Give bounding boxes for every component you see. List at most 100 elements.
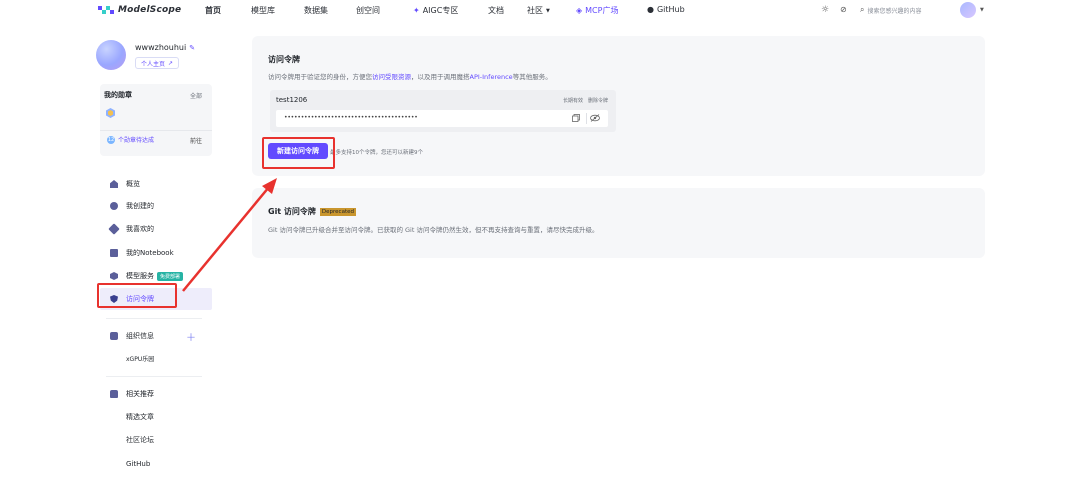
nav-mcp[interactable]: ◈ MCP广场 bbox=[576, 5, 618, 16]
copy-icon[interactable] bbox=[572, 114, 580, 122]
search-icon: ⌕ bbox=[860, 5, 865, 14]
nav-home-label: 首页 bbox=[205, 6, 221, 15]
mcp-icon: ◈ bbox=[576, 6, 583, 15]
nav-home[interactable]: 首页 bbox=[205, 5, 221, 16]
desc-text: 等其他服务。 bbox=[512, 73, 552, 81]
homepage-label: 个人主页 bbox=[141, 60, 166, 68]
create-icon bbox=[110, 202, 118, 210]
sidebar-item-label: 概览 bbox=[126, 180, 140, 188]
nav-datasets[interactable]: 数据集 bbox=[304, 5, 328, 16]
top-navbar: ModelScope 首页 模型库 数据集 创空间 ✦ AIGC专区 文档 社区… bbox=[0, 0, 1080, 22]
sidebar-item-notebook[interactable]: 我的Notebook bbox=[100, 242, 212, 264]
badge-icon bbox=[106, 108, 115, 118]
sidebar-section-recommend: 相关推荐 bbox=[100, 383, 212, 405]
org-item-label: xGPU乐园 bbox=[126, 355, 155, 363]
modelscope-logo-icon bbox=[98, 6, 114, 14]
restricted-resources-link[interactable]: 访问受限资源 bbox=[372, 73, 411, 81]
homepage-button[interactable]: 个人主页 ↗ bbox=[135, 57, 180, 69]
username-text: wwwzhouhui bbox=[135, 43, 187, 52]
nav-models[interactable]: 模型库 bbox=[251, 5, 275, 16]
nav-aigc[interactable]: ✦ AIGC专区 bbox=[413, 5, 458, 16]
desc-text: 访问令牌用于验证您的身份，方便您 bbox=[268, 73, 372, 81]
badge-pending-count: 12 bbox=[107, 135, 115, 144]
badge-all-link[interactable]: 全部 bbox=[190, 91, 202, 100]
nav-models-label: 模型库 bbox=[251, 6, 275, 15]
eye-off-icon[interactable] bbox=[590, 114, 600, 122]
user-avatar-small[interactable] bbox=[960, 2, 976, 18]
sidebar-item-github[interactable]: GitHub bbox=[100, 453, 212, 475]
badge-title: 我的勋章 bbox=[104, 91, 132, 99]
divider bbox=[100, 130, 212, 131]
sidebar-item-forum[interactable]: 社区论坛 bbox=[100, 429, 212, 451]
free-deploy-tag: 免费部署 bbox=[157, 271, 184, 281]
sidebar-section-org: 组织信息 ＋ bbox=[100, 325, 212, 347]
token-field: •••••••••••••••••••••••••••••••••••••••• bbox=[276, 110, 608, 127]
plus-icon[interactable]: ＋ bbox=[186, 329, 196, 344]
sidebar-item-org[interactable]: xGPU乐园 bbox=[100, 347, 212, 369]
api-inference-link[interactable]: API-Inference bbox=[470, 73, 513, 81]
theme-sun-icon[interactable]: ☼ bbox=[821, 5, 829, 15]
sidebar-item-created[interactable]: 我创建的 bbox=[100, 195, 212, 217]
avatar[interactable] bbox=[96, 40, 126, 70]
badge-card: 我的勋章 全部 12 个勋章待达成 前往 bbox=[100, 84, 212, 156]
sidebar-item-label: 我的Notebook bbox=[126, 249, 174, 257]
token-validity: 长期有效 bbox=[562, 98, 583, 104]
edit-icon[interactable]: ✎ bbox=[189, 44, 195, 52]
git-token-title: Git 访问令牌 Deprecated bbox=[268, 206, 356, 217]
modelscope-logo[interactable]: ModelScope bbox=[98, 4, 181, 16]
caret-down-icon: ▼ bbox=[546, 7, 550, 14]
nav-docs[interactable]: 文档 bbox=[488, 5, 504, 16]
nav-community-label: 社区 bbox=[527, 6, 543, 15]
access-token-description: 访问令牌用于验证您的身份，方便您访问受限资源，以及用于调用魔搭API-Infer… bbox=[268, 71, 552, 81]
github-icon: ● bbox=[647, 5, 654, 14]
notebook-icon bbox=[110, 249, 118, 257]
recommend-title: 相关推荐 bbox=[126, 390, 154, 398]
token-name: test1206 bbox=[276, 96, 308, 104]
highlight-box-new-token bbox=[262, 137, 335, 169]
external-link-icon: ↗ bbox=[168, 59, 174, 67]
sparkle-icon: ✦ bbox=[413, 6, 420, 15]
sidebar-item-label: 我喜欢的 bbox=[126, 225, 154, 233]
git-token-title-text: Git 访问令牌 bbox=[268, 207, 316, 216]
desc-text: ，以及用于调用魔搭 bbox=[411, 73, 470, 81]
home-icon bbox=[110, 180, 118, 188]
nav-community[interactable]: 社区 ▼ bbox=[527, 5, 550, 16]
nav-github-label: GitHub bbox=[656, 5, 685, 14]
token-actions: 长期有效 删除令牌 bbox=[563, 97, 608, 104]
org-title: 组织信息 bbox=[126, 332, 154, 340]
sidebar-item-label: 模型服务 bbox=[126, 272, 154, 280]
divider bbox=[586, 113, 587, 124]
search-input[interactable]: ⌕ 搜索您感兴趣的内容 bbox=[860, 4, 948, 16]
divider bbox=[106, 318, 202, 319]
logo-text: ModelScope bbox=[118, 5, 182, 15]
cube-icon bbox=[110, 272, 118, 280]
sidebar-item-label: GitHub bbox=[126, 460, 151, 468]
nav-github[interactable]: ● GitHub bbox=[647, 5, 685, 14]
nav-studios[interactable]: 创空间 bbox=[356, 5, 380, 16]
sidebar-item-overview[interactable]: 概览 bbox=[100, 173, 212, 195]
highlight-box-sidebar-token bbox=[97, 283, 177, 308]
nav-docs-label: 文档 bbox=[488, 6, 504, 15]
badge-pending[interactable]: 12 个勋章待达成 bbox=[107, 135, 154, 144]
translate-icon[interactable]: ⊘ bbox=[840, 5, 847, 14]
badge-goto-link[interactable]: 前往 bbox=[190, 136, 202, 145]
tag-icon bbox=[108, 223, 120, 235]
badge-pending-label: 个勋章待达成 bbox=[118, 137, 155, 144]
sidebar-item-liked[interactable]: 我喜欢的 bbox=[100, 218, 212, 240]
token-card: test1206 长期有效 删除令牌 •••••••••••••••••••••… bbox=[270, 90, 616, 132]
sidebar-item-articles[interactable]: 精选文章 bbox=[100, 406, 212, 428]
username: wwwzhouhui ✎ bbox=[135, 43, 195, 52]
search-placeholder: 搜索您感兴趣的内容 bbox=[867, 7, 922, 15]
delete-token-button[interactable]: 删除令牌 bbox=[588, 97, 608, 104]
page-title: 访问令牌 bbox=[268, 55, 300, 64]
git-token-panel: Git 访问令牌 Deprecated Git 访问令牌已升级合并至访问令牌。已获… bbox=[252, 188, 985, 258]
divider bbox=[106, 376, 202, 377]
org-icon bbox=[110, 332, 118, 340]
nav-studios-label: 创空间 bbox=[356, 6, 380, 15]
chevron-down-icon[interactable]: ▼ bbox=[980, 7, 984, 13]
deprecated-badge: Deprecated bbox=[319, 207, 356, 216]
sidebar-item-label: 社区论坛 bbox=[126, 436, 154, 444]
nav-datasets-label: 数据集 bbox=[304, 6, 328, 15]
token-limit-hint: 最多支持10个令牌，您还可以新建9个 bbox=[330, 150, 423, 156]
nav-mcp-label: MCP广场 bbox=[585, 6, 619, 15]
